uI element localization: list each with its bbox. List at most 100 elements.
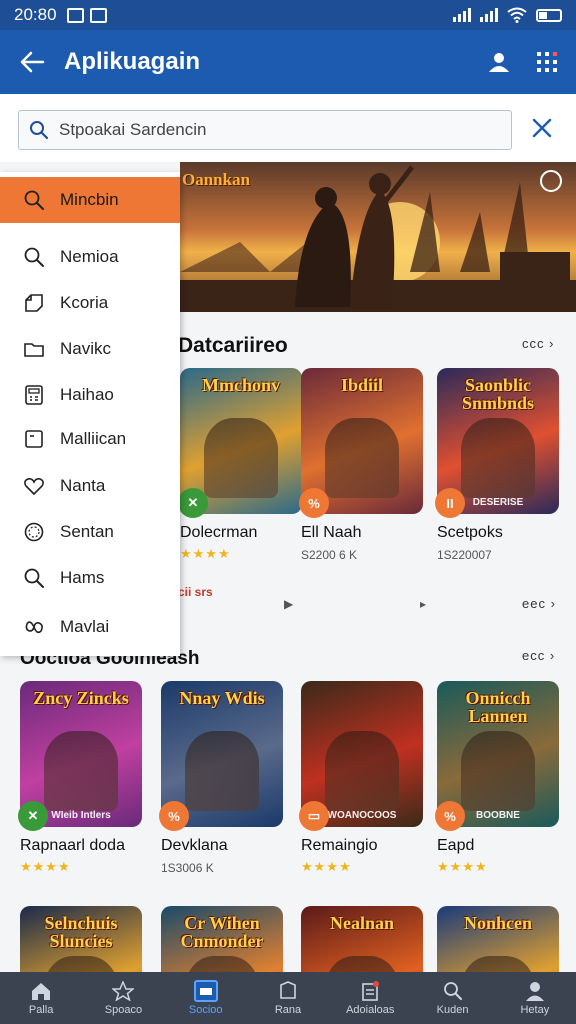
signal-icon (453, 8, 471, 22)
menu-item-mincbin[interactable]: Mincbin (0, 177, 180, 223)
section-2-more-link[interactable]: ecc › (522, 648, 555, 663)
signal-2-icon (480, 8, 498, 22)
menu-item-label: Nanta (60, 476, 106, 495)
nav-item-label: Socioo (188, 1004, 223, 1016)
square-icon (22, 427, 46, 451)
menu-item-label: Kcoria (60, 293, 109, 312)
game-art-title: Saonblic Snmbnds (461, 375, 535, 413)
menu-item-nemioa[interactable]: Nemioa (0, 234, 180, 280)
menu-item-label: Sentan (60, 522, 114, 541)
search-box[interactable] (18, 110, 512, 150)
search-icon (441, 980, 465, 1002)
game-art-figure (44, 731, 118, 811)
game-art-figure (461, 731, 535, 811)
arrow-left-icon (20, 51, 45, 73)
close-icon (532, 118, 552, 138)
game-name[interactable]: Scetpoks (437, 524, 503, 542)
menu-item-malliican[interactable]: Malliican (0, 416, 180, 462)
nav-item-label: Hetay (520, 1004, 550, 1016)
search-icon (30, 121, 49, 140)
hero-banner[interactable]: Oannkan (180, 162, 576, 312)
section-1-more-link-2[interactable]: eec › (522, 596, 556, 611)
person-icon (523, 980, 547, 1002)
game-badge-icon: % (159, 801, 189, 831)
battery-icon (536, 8, 562, 22)
nav-item-kuden[interactable]: Kuden (411, 972, 493, 1024)
search-row (0, 94, 576, 162)
nav-item-rana[interactable]: Rana (247, 972, 329, 1024)
game-art-title: Zncy Zincks (33, 688, 129, 708)
game-badge-icon: II (435, 488, 465, 518)
menu-item-label: Mavlai (60, 617, 110, 636)
menu-item-kcoria[interactable]: Kcoria (0, 280, 180, 326)
menu-item-navikc[interactable]: Navikc (0, 326, 180, 372)
play-icon[interactable]: ▶ (284, 597, 293, 611)
grid-menu-button[interactable] (536, 51, 558, 73)
menu-item-sentan[interactable]: Sentan (0, 509, 180, 555)
search-icon (22, 245, 46, 269)
section-1-link[interactable]: cii srs (178, 585, 213, 599)
store-icon (193, 980, 218, 1002)
section-1-more-link[interactable]: ccc › (522, 336, 554, 351)
nav-item-label: Adoialoas (346, 1004, 395, 1016)
hero-brand: Oannkan (182, 170, 251, 189)
profile-button[interactable] (488, 51, 510, 73)
hero-info-button[interactable] (540, 170, 562, 192)
game-badge-icon: % (299, 488, 329, 518)
wifi-icon (507, 7, 527, 23)
game-art-title: Nnay Wdis (179, 688, 265, 708)
section-2-more-label: ecc (522, 648, 546, 663)
game-name[interactable]: Ell Naah (301, 524, 361, 542)
game-meta: S2200 6 K (301, 548, 358, 562)
game-name[interactable]: Remaingio (301, 837, 377, 855)
clipboard-icon (358, 980, 382, 1002)
game-rating-stars: ★★★★ (20, 859, 71, 874)
section-1-more-label-2: eec (522, 596, 546, 611)
shield-icon (276, 980, 300, 1002)
nav-item-label: Spoaco (104, 1004, 143, 1016)
nav-item-socioo[interactable]: Socioo (165, 972, 247, 1024)
menu-item-nanta[interactable]: Nanta (0, 463, 180, 509)
game-name[interactable]: Devklana (161, 837, 228, 855)
menu-item-hams[interactable]: Hams (0, 555, 180, 601)
game-art-title: Nealnan (329, 913, 394, 933)
search-input[interactable] (59, 120, 479, 140)
game-badge-icon: ✕ (178, 488, 208, 518)
back-button[interactable] (0, 30, 64, 94)
game-rating-stars: ★★★★ (437, 859, 488, 874)
nav-item-spoaco[interactable]: Spoaco (82, 972, 164, 1024)
bottom-nav: Palla Spoaco Socioo Rana Adoialoas Kuden Hetay (0, 972, 576, 1024)
nav-item-label: Rana (274, 1004, 302, 1016)
game-badge-icon: % (435, 801, 465, 831)
menu-item-label: Haihao (60, 385, 114, 404)
game-name[interactable]: Dolecrman (180, 524, 257, 542)
game-art-figure (325, 418, 399, 498)
game-art-title: Cr Wihen Cnmonder (180, 913, 264, 951)
search-icon (22, 566, 46, 590)
game-rating-stars: ★★★★ (301, 859, 352, 874)
game-name[interactable]: Eapd (437, 837, 474, 855)
next-arrow-icon[interactable]: ▸ (420, 597, 426, 611)
puzzle-icon (22, 291, 46, 315)
nav-item-hetay[interactable]: Hetay (494, 972, 576, 1024)
nav-item-palla[interactable]: Palla (0, 972, 82, 1024)
status-bar: 20:80 (0, 0, 576, 30)
game-art-figure (204, 418, 278, 498)
screenshot-icon (89, 7, 107, 23)
game-art-title: Onnicch Lannen (465, 688, 531, 726)
game-meta: 1S3006 K (161, 861, 214, 875)
menu-item-mavlai[interactable]: Mavlai (0, 604, 180, 650)
game-name[interactable]: Rapnaarl doda (20, 837, 125, 855)
menu-item-label: Nemioa (60, 247, 119, 266)
calculator-icon (22, 383, 46, 407)
game-art-figure (325, 731, 399, 811)
menu-item-label: Malliican (60, 429, 127, 448)
game-rating-stars: ★★★★ (180, 546, 231, 561)
page-title: Aplikuagain (64, 48, 201, 75)
menu-item-haihao[interactable]: Haihao (0, 372, 180, 418)
nav-item-adoialoas[interactable]: Adoialoas (329, 972, 411, 1024)
game-badge-icon: ▭ (299, 801, 329, 831)
clear-search-button[interactable] (526, 112, 558, 144)
game-art-figure (461, 418, 535, 498)
menu-item-label: Hams (60, 568, 105, 587)
